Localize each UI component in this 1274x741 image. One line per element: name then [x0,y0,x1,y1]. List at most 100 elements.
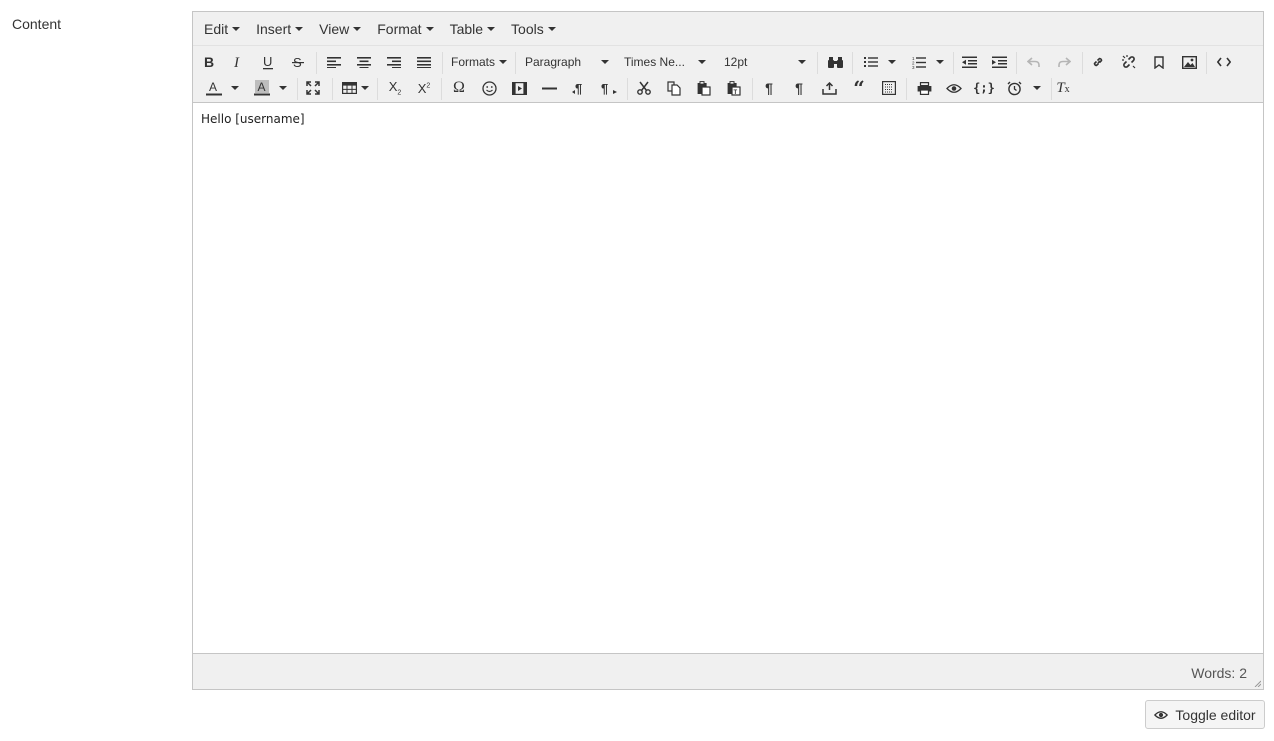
anchor-button[interactable] [1149,50,1169,74]
undo-button[interactable] [1024,50,1044,74]
toolbar-separator [852,52,853,74]
paste-button[interactable] [694,76,714,100]
resize-handle-icon[interactable] [1253,679,1261,687]
print-button[interactable] [914,76,934,100]
bullet-list-icon [864,57,878,67]
show-invisible-chars-button[interactable]: ¶ [789,76,809,100]
eye-icon [1154,710,1169,719]
outdent-button[interactable] [959,50,979,74]
page-break-button[interactable] [819,76,839,100]
bullet-list-options-button[interactable] [885,50,899,74]
unlink-button[interactable] [1119,50,1139,74]
menu-edit[interactable]: Edit [196,17,248,41]
insert-media-button[interactable] [509,76,529,100]
italic-icon: I [233,55,240,69]
formats-dropdown[interactable]: Formats [451,50,509,74]
menu-format[interactable]: Format [369,17,441,41]
numbered-list-button[interactable]: 123 [909,50,929,74]
strikethrough-icon: S [292,55,304,69]
svg-text:A: A [209,80,217,94]
caret-down-icon [1033,86,1041,90]
editor-content-area[interactable]: Hello [username] [193,104,1263,654]
menu-view[interactable]: View [311,17,369,41]
quote-icon: “ [853,76,865,100]
bullet-list-button[interactable] [861,50,881,74]
background-color-options-button[interactable] [277,76,289,100]
text-color-button[interactable]: A [203,76,225,100]
menu-view-label: View [319,20,350,37]
caret-down-icon [601,60,609,64]
cut-button[interactable] [634,76,654,100]
rtl-button[interactable]: ¶ [599,76,619,100]
subscript-icon: X2 [388,79,402,97]
pilcrow-icon: ¶ [795,80,803,96]
toggle-editor-label: Toggle editor [1175,706,1256,723]
caret-down-icon [888,60,896,64]
svg-text:3: 3 [912,65,915,69]
menu-table-label: Table [449,20,484,37]
redo-icon [1058,56,1071,67]
special-character-button[interactable]: Ω [449,76,469,100]
binoculars-icon [827,56,843,68]
ltr-button[interactable]: ¶ [569,76,589,100]
source-code-button[interactable] [1214,50,1234,74]
emoticons-button[interactable] [479,76,499,100]
caret-down-icon [936,60,944,64]
toolbar-separator [441,78,442,100]
insert-link-button[interactable] [1089,50,1109,74]
copy-button[interactable] [664,76,684,100]
clear-formatting-button[interactable]: Tx [1053,76,1073,100]
paste-as-text-button[interactable]: T [724,76,744,100]
superscript-button[interactable]: X2 [414,76,434,100]
menu-insert[interactable]: Insert [248,17,311,41]
italic-button[interactable]: I [228,50,248,74]
insert-image-button[interactable] [1179,50,1199,74]
align-left-button[interactable] [324,50,344,74]
redo-button[interactable] [1054,50,1074,74]
horizontal-line-button[interactable] [539,76,559,100]
fullscreen-button[interactable] [303,76,323,100]
menu-table[interactable]: Table [442,17,503,41]
scissors-icon [637,81,651,95]
caret-down-icon [425,26,434,31]
table-button[interactable] [339,76,371,100]
show-blocks-button[interactable]: ¶ [759,76,779,100]
image-icon [1181,55,1197,69]
menu-tools[interactable]: Tools [503,17,564,41]
find-replace-button[interactable] [825,50,845,74]
code-sample-button[interactable]: {;} [973,76,995,100]
preview-button[interactable] [944,76,964,100]
insert-datetime-button[interactable] [1004,76,1024,100]
caret-down-icon [798,60,806,64]
block-format-dropdown[interactable]: Paragraph [525,50,611,74]
toolbar-separator [817,52,818,74]
align-justify-button[interactable] [414,50,434,74]
svg-text:I: I [233,55,240,69]
menu-insert-label: Insert [256,20,292,37]
blockquote-button[interactable]: “ [849,76,869,100]
align-center-button[interactable] [354,50,374,74]
numbered-list-options-button[interactable] [933,50,947,74]
toggle-editor-button[interactable]: Toggle editor [1145,700,1265,729]
strikethrough-button[interactable]: S [288,50,308,74]
underline-button[interactable]: U [258,50,278,74]
indent-icon [991,56,1007,68]
bold-button[interactable]: B [199,50,219,74]
toolbar-separator [906,78,907,100]
menu-format-label: Format [377,20,422,37]
insert-datetime-options-button[interactable] [1030,76,1044,100]
editor-menubar: Edit Insert View Format Table Tools [193,12,1263,46]
subscript-button[interactable]: X2 [385,76,405,100]
upload-icon [821,81,837,95]
menu-tools-label: Tools [511,20,544,37]
template-icon [882,81,896,95]
background-color-button[interactable]: A [251,76,273,100]
font-family-dropdown[interactable]: Times Ne... [624,50,708,74]
text-color-options-button[interactable] [229,76,241,100]
align-right-button[interactable] [384,50,404,74]
menu-edit-label: Edit [204,20,229,37]
indent-button[interactable] [989,50,1009,74]
font-size-dropdown[interactable]: 12pt [724,50,808,74]
svg-text:U: U [263,55,272,69]
template-button[interactable] [879,76,899,100]
